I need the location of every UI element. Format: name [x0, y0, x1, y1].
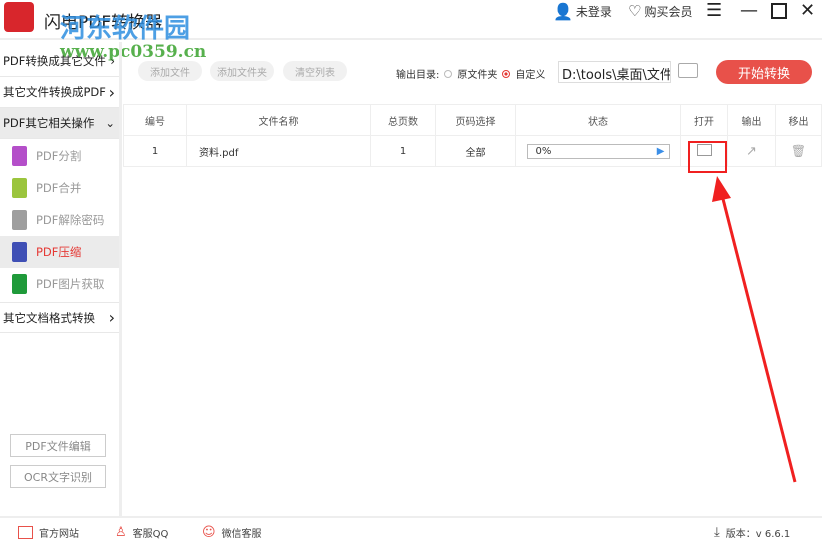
website-link[interactable]: 官方网站	[18, 525, 79, 540]
download-icon: ⤓	[714, 525, 720, 540]
arrow-line	[720, 194, 797, 483]
annotation-arrow	[712, 176, 797, 483]
wechat-icon: ☺	[202, 525, 216, 540]
monitor-icon	[18, 526, 33, 539]
wechat-link[interactable]: ☺ 微信客服	[202, 525, 262, 540]
qq-penguin-icon: ♙	[115, 525, 127, 540]
qq-label: 客服QQ	[132, 529, 169, 540]
wechat-label: 微信客服	[221, 529, 262, 540]
update-button[interactable]: ⤓ 版本：v 6.6.1	[714, 525, 790, 540]
footer: 官方网站 ♙ 客服QQ ☺ 微信客服 ⤓ 版本：v 6.6.1	[0, 516, 822, 544]
qq-link[interactable]: ♙ 客服QQ	[115, 525, 168, 540]
website-label: 官方网站	[39, 529, 79, 540]
version-label: 版本：v 6.6.1	[725, 529, 791, 540]
arrow-head	[712, 176, 731, 202]
